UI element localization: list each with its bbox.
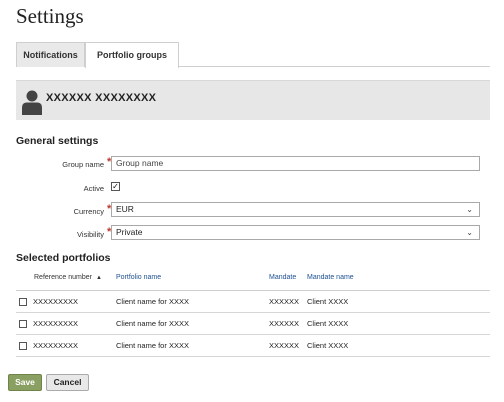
user-banner: XXXXXX XXXXXXXX (16, 80, 490, 120)
reference-cell: XXXXXXXXX (33, 297, 79, 306)
chevron-down-icon: ⌄ (466, 228, 473, 237)
currency-value: EUR (116, 204, 134, 214)
save-button[interactable]: Save (8, 374, 42, 391)
reference-cell: XXXXXXXXX (33, 319, 79, 328)
chevron-down-icon: ⌄ (466, 205, 473, 214)
sort-ascending-icon: ▲ (95, 275, 102, 281)
general-settings-title: General settings (16, 135, 99, 147)
row-checkbox[interactable] (19, 298, 27, 306)
user-name: XXXXXX XXXXXXXX (46, 92, 157, 104)
selected-portfolios-title: Selected portfolios (16, 252, 111, 264)
table-row[interactable]: XXXXXXXXX Client name for XXXX XXXXXX Cl… (16, 291, 490, 313)
mandate-cell: XXXXXX (269, 341, 300, 350)
visibility-value: Private (116, 227, 143, 237)
tab-bar: Notifications Portfolio groups (16, 42, 490, 68)
mandate-name-cell: Client XXXX (307, 341, 349, 350)
table-row[interactable]: XXXXXXXXX Client name for XXXX XXXXXX Cl… (16, 313, 490, 335)
portfolio-name-cell: Client name for XXXX (116, 341, 189, 350)
tab-portfolio-groups[interactable]: Portfolio groups (85, 42, 179, 68)
column-header-reference[interactable]: Reference number ▲ (34, 274, 102, 281)
portfolio-name-cell: Client name for XXXX (116, 319, 189, 328)
page-title: Settings (16, 4, 84, 28)
mandate-name-cell: Client XXXX (307, 297, 349, 306)
active-label: Active (83, 184, 104, 193)
cancel-button[interactable]: Cancel (46, 374, 89, 391)
visibility-select[interactable]: Private ⌄ (111, 225, 480, 240)
table-row[interactable]: XXXXXXXXX Client name for XXXX XXXXXX Cl… (16, 335, 490, 357)
mandate-cell: XXXXXX (269, 319, 300, 328)
mandate-name-cell: Client XXXX (307, 319, 349, 328)
visibility-label: Visibility (77, 230, 104, 239)
active-checkbox[interactable]: ✓ (111, 182, 120, 191)
column-header-mandate[interactable]: Mandate (269, 274, 296, 281)
mandate-cell: XXXXXX (269, 297, 300, 306)
row-checkbox[interactable] (19, 320, 27, 328)
row-checkbox[interactable] (19, 342, 27, 350)
currency-select[interactable]: EUR ⌄ (111, 202, 480, 217)
group-name-label: Group name (62, 160, 104, 169)
group-name-input[interactable]: Group name (111, 156, 480, 171)
portfolio-name-cell: Client name for XXXX (116, 297, 189, 306)
user-icon (22, 90, 42, 115)
column-header-portfolio-name[interactable]: Portfolio name (116, 274, 161, 281)
currency-label: Currency (73, 207, 104, 216)
column-header-mandate-name[interactable]: Mandate name (307, 274, 354, 281)
reference-cell: XXXXXXXXX (33, 341, 79, 350)
tab-notifications[interactable]: Notifications (16, 42, 85, 67)
